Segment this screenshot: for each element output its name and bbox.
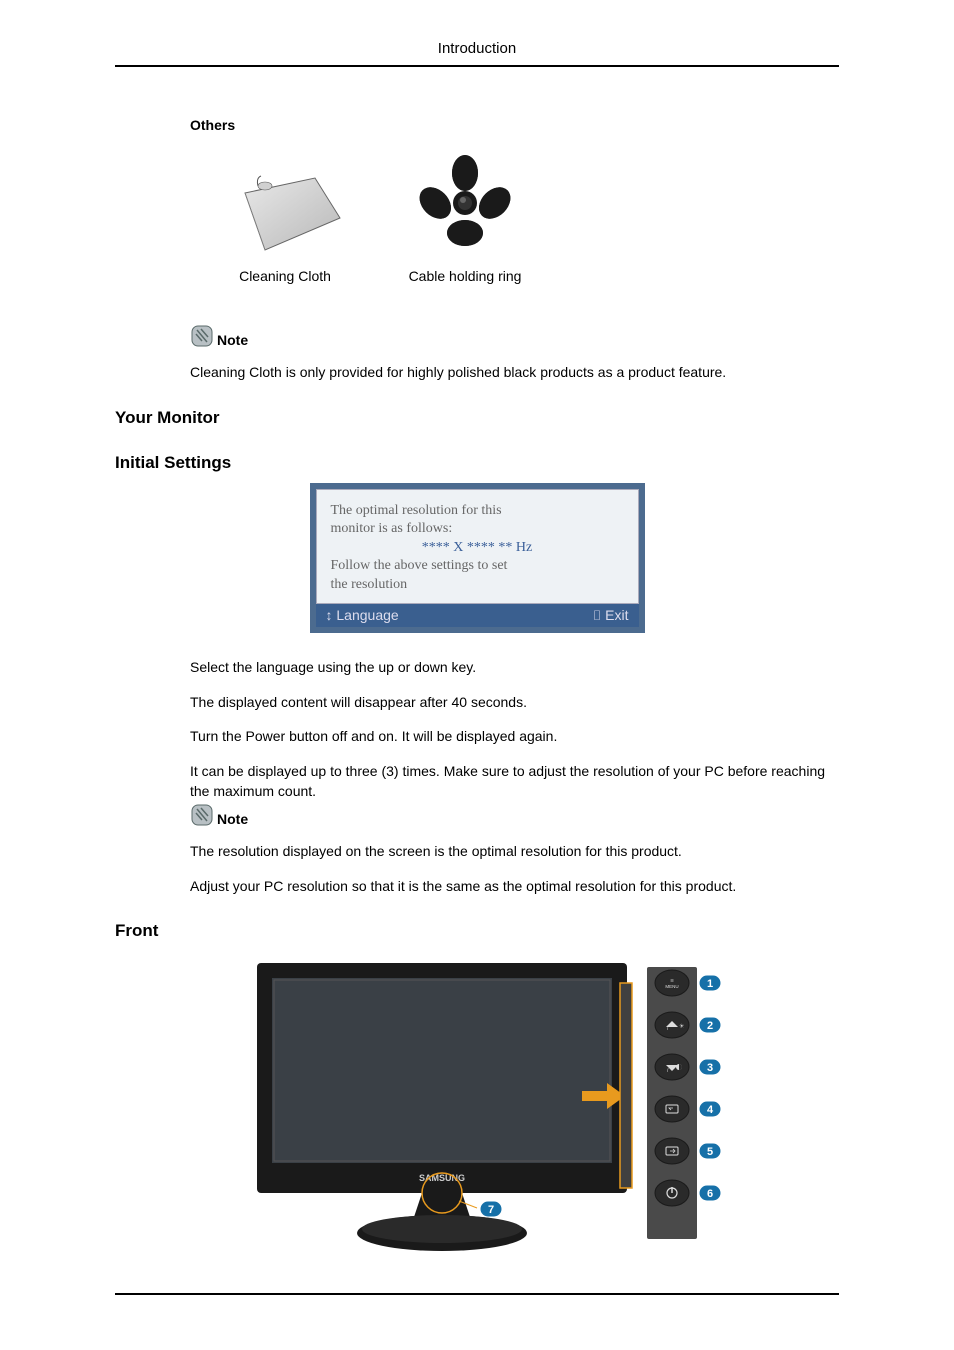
note-icon (190, 803, 214, 827)
osd-line-3: Follow the above settings to set (331, 557, 624, 576)
svg-text:6: 6 (707, 1188, 713, 1200)
osd-screenshot: The optimal resolution for this monitor … (115, 483, 839, 634)
cable-ring-icon (390, 148, 540, 258)
note-1: Note (190, 324, 839, 348)
settings-p3: Turn the Power button off and on. It wil… (190, 727, 839, 747)
osd-line-4: the resolution (331, 576, 624, 595)
monitor-screen (272, 978, 612, 1163)
note-icon (190, 324, 214, 348)
svg-text:☀: ☀ (679, 1023, 684, 1030)
panel-button-enter[interactable] (655, 1096, 689, 1122)
note-1-text: Cleaning Cloth is only provided for high… (190, 363, 839, 383)
others-heading: Others (190, 117, 839, 133)
svg-text:7: 7 (488, 1204, 494, 1216)
note-label: Note (217, 811, 248, 827)
callout-5: 5 (699, 1143, 721, 1159)
svg-text:2: 2 (707, 1020, 713, 1032)
osd-line-2: monitor is as follows: (331, 520, 624, 539)
front-heading: Front (115, 921, 839, 941)
callout-1: 1 (699, 975, 721, 991)
svg-text:4: 4 (707, 1104, 714, 1116)
osd-resolution-hz: **** X **** ** Hz (331, 540, 624, 556)
settings-p1: Select the language using the up or down… (190, 658, 839, 678)
others-items-row: Cleaning Cloth (225, 148, 839, 284)
note-2-p2: Adjust your PC resolution so that it is … (190, 877, 839, 897)
svg-text:1: 1 (707, 978, 713, 990)
cleaning-cloth-item: Cleaning Cloth (225, 168, 345, 284)
svg-text:☰: ☰ (670, 978, 674, 983)
svg-text:5: 5 (707, 1146, 713, 1158)
svg-text:3: 3 (707, 1062, 713, 1074)
panel-button-menu[interactable] (655, 970, 689, 996)
cleaning-cloth-icon (225, 168, 345, 258)
page-header-title: Introduction (115, 40, 839, 67)
note-2-p1: The resolution displayed on the screen i… (190, 842, 839, 862)
callout-6: 6 (699, 1185, 721, 1201)
cable-ring-caption: Cable holding ring (409, 268, 522, 284)
osd-exit-hint: ⌷ Exit (593, 607, 629, 624)
side-button-strip (620, 983, 632, 1188)
front-diagram: SAMSUNG 7 ☰MENU1☀/2/3456 (115, 953, 839, 1253)
note-2: Note (190, 803, 839, 827)
initial-settings-heading: Initial Settings (115, 453, 839, 473)
footer-separator (115, 1293, 839, 1295)
callout-2: 2 (699, 1017, 721, 1033)
note-label: Note (217, 332, 248, 348)
osd-line-1: The optimal resolution for this (331, 502, 624, 521)
callout-4: 4 (699, 1101, 721, 1117)
cleaning-cloth-caption: Cleaning Cloth (239, 268, 331, 284)
settings-p4: It can be displayed up to three (3) time… (190, 762, 839, 801)
cable-ring-item: Cable holding ring (390, 148, 540, 284)
callout-3: 3 (699, 1059, 721, 1075)
svg-text:MENU: MENU (665, 984, 678, 989)
callout-7: 7 (480, 1201, 502, 1217)
your-monitor-heading: Your Monitor (115, 408, 839, 428)
osd-language-hint: ↕ Language (326, 607, 399, 624)
settings-p2: The displayed content will disappear aft… (190, 693, 839, 713)
